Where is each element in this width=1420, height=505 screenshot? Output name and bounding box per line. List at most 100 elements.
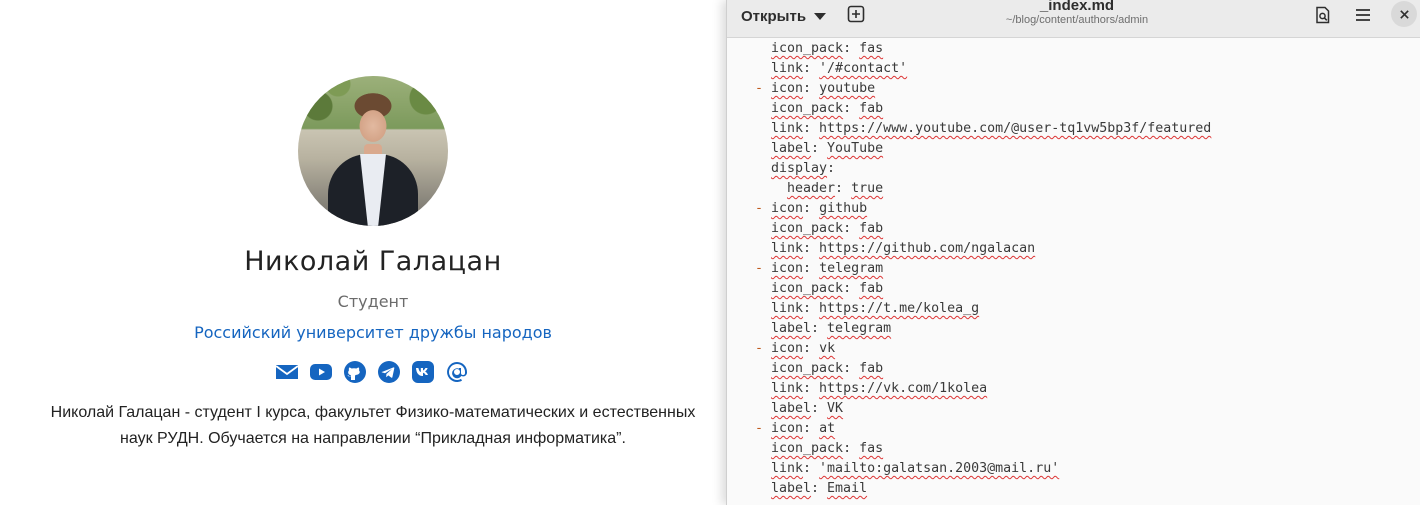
code-line: icon_pack: fab (771, 219, 883, 239)
yaml-value: fab (859, 281, 884, 296)
yaml-separator: : (811, 401, 828, 416)
yaml-value: 'mailto:galatsan.2003@mail.ru' (819, 461, 1060, 476)
yaml-value: telegram (819, 261, 884, 276)
yaml-separator: : (843, 361, 860, 376)
yaml-key: link (771, 381, 804, 396)
yaml-key: link (771, 61, 804, 76)
yaml-key: label (771, 401, 812, 416)
yaml-value: fas (859, 41, 884, 56)
yaml-key: icon (771, 421, 804, 436)
yaml-separator: : (803, 301, 820, 316)
yaml-value: vk (819, 341, 836, 356)
yaml-separator: : (803, 261, 820, 276)
yaml-value: fab (859, 221, 884, 236)
yaml-value: telegram (827, 321, 892, 336)
yaml-separator: : (835, 181, 852, 196)
yaml-key: icon_pack (771, 281, 844, 296)
yaml-value: '/#contact' (819, 61, 908, 76)
code-line: link: https://vk.com/1kolea (771, 379, 987, 399)
code-line: link: https://github.com/ngalacan (771, 239, 1035, 259)
author-bio: Николай Галацан - студент I курса, факул… (30, 400, 716, 452)
yaml-value: https://github.com/ngalacan (819, 241, 1036, 256)
code-line: - icon: telegram (755, 259, 883, 279)
yaml-key: icon_pack (771, 441, 844, 456)
yaml-separator: : (803, 241, 820, 256)
github-icon[interactable] (343, 360, 367, 384)
yaml-separator: : (811, 481, 828, 496)
chevron-down-icon (814, 12, 827, 20)
yaml-value: VK (827, 401, 844, 416)
code-line: - icon: youtube (755, 79, 875, 99)
yaml-separator: : (803, 201, 820, 216)
code-view[interactable]: icon_pack: fas link: '/#contact' - icon: y… (727, 39, 1420, 505)
yaml-value: fab (859, 361, 884, 376)
yaml-key: link (771, 461, 804, 476)
yaml-separator: : (811, 321, 828, 336)
envelope-icon[interactable] (275, 360, 299, 384)
yaml-value: https://www.youtube.com/@user-tq1vw5bp3f… (819, 121, 1212, 136)
yaml-separator: : (803, 341, 820, 356)
telegram-icon[interactable] (377, 360, 401, 384)
at-icon[interactable] (445, 360, 469, 384)
yaml-key: link (771, 301, 804, 316)
yaml-key: label (771, 141, 812, 156)
menu-icon[interactable] (1351, 3, 1375, 27)
yaml-separator: : (843, 441, 860, 456)
social-links (275, 359, 469, 385)
list-dash: - (755, 261, 772, 276)
code-line: icon_pack: fas (771, 439, 883, 459)
youtube-icon[interactable] (309, 360, 333, 384)
search-icon[interactable] (1311, 3, 1335, 27)
list-dash: - (755, 81, 772, 96)
yaml-value: fab (859, 101, 884, 116)
list-dash: - (755, 201, 772, 216)
yaml-separator: : (803, 121, 820, 136)
bio-line: Николай Галацан - студент I курса, факул… (50, 404, 696, 421)
yaml-separator: : (811, 141, 828, 156)
yaml-value: https://vk.com/1kolea (819, 381, 988, 396)
yaml-separator: : (843, 101, 860, 116)
code-line: icon_pack: fab (771, 99, 883, 119)
open-button-label: Открыть (741, 7, 807, 25)
yaml-key: link (771, 241, 804, 256)
yaml-key: icon (771, 201, 804, 216)
yaml-separator: : (803, 381, 820, 396)
yaml-key: header (787, 181, 836, 196)
code-line: label: VK (771, 399, 843, 419)
code-line: link: https://www.youtube.com/@user-tq1v… (771, 119, 1211, 139)
document-title: _index.md (1039, 0, 1115, 14)
yaml-value: true (851, 181, 884, 196)
bio-line: наук РУДН. Обучается на направлении “При… (120, 430, 626, 447)
yaml-key: icon (771, 81, 804, 96)
yaml-value: github (819, 201, 868, 216)
code-line: link: '/#contact' (771, 59, 907, 79)
yaml-key: link (771, 121, 804, 136)
yaml-key: icon (771, 341, 804, 356)
author-name: Николай Галацан (244, 246, 502, 277)
close-icon[interactable] (1391, 1, 1417, 27)
yaml-value: YouTube (827, 141, 884, 156)
document-path: ~/blog/content/authors/admin (1005, 14, 1149, 26)
yaml-value: youtube (819, 81, 876, 96)
yaml-separator: : (803, 81, 820, 96)
yaml-separator: : (827, 161, 836, 176)
avatar (298, 76, 448, 226)
author-profile: Николай Галацан Студент Российский униве… (0, 0, 746, 505)
yaml-separator: : (803, 461, 820, 476)
open-button[interactable]: Открыть (735, 3, 832, 29)
author-role: Студент (337, 292, 409, 311)
yaml-key: label (771, 481, 812, 496)
code-line: header: true (787, 179, 883, 199)
organization-link[interactable]: Российский университет дружбы народов (0, 323, 746, 342)
yaml-value: at (819, 421, 836, 436)
code-line: - icon: at (755, 419, 835, 439)
yaml-value: https://t.me/kolea_g (819, 301, 980, 316)
code-line: display: (771, 159, 835, 179)
yaml-key: display (771, 161, 828, 176)
yaml-value: fas (859, 441, 884, 456)
yaml-key: icon_pack (771, 101, 844, 116)
vk-icon[interactable] (411, 360, 435, 384)
yaml-key: icon_pack (771, 361, 844, 376)
code-line: link: 'mailto:galatsan.2003@mail.ru' (771, 459, 1059, 479)
new-tab-icon[interactable] (845, 3, 867, 25)
